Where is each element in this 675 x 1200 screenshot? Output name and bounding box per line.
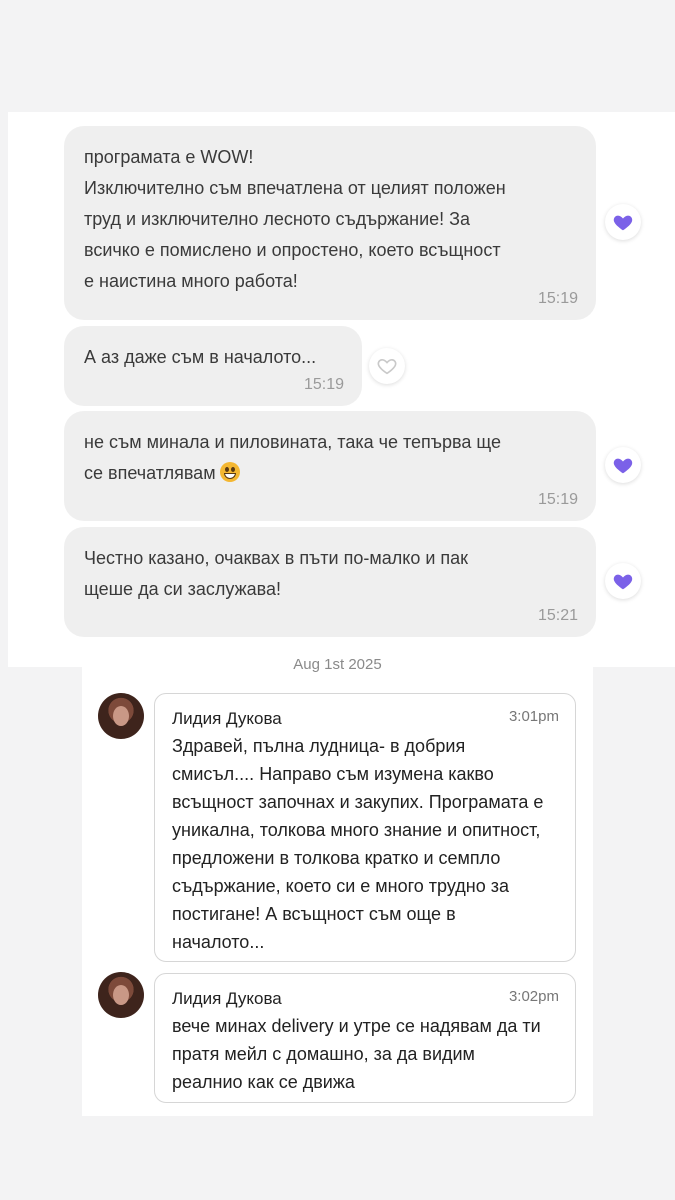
heart-filled-icon[interactable] — [605, 447, 641, 483]
comment-time: 3:01pm — [508, 708, 559, 725]
message-time: 15:19 — [537, 290, 578, 307]
message-time: 15:21 — [537, 607, 578, 624]
comment-author[interactable]: Лидия Дукова — [172, 709, 282, 729]
comment-text: Здравей, пълна лудница- в добрия смисъл.… — [172, 736, 544, 952]
comment-time: 3:02pm — [508, 988, 559, 1005]
avatar[interactable] — [98, 972, 144, 1018]
comment-card[interactable]: Лидия Дукова 3:02pm вече минах delivery … — [154, 973, 576, 1103]
message-bubble[interactable]: Честно казано, очаквах в пъти по-малко и… — [64, 527, 596, 637]
comment-card[interactable]: Лидия Дукова 3:01pm Здравей, пълна лудни… — [154, 693, 576, 962]
comment-author[interactable]: Лидия Дукова — [172, 989, 282, 1009]
message-text: програмата е WOW! Изключително съм впеча… — [84, 147, 506, 291]
message-text-content: не съм минала и пиловината, така че тепъ… — [84, 432, 502, 483]
avatar[interactable] — [98, 693, 144, 739]
heart-outline-icon[interactable] — [369, 348, 405, 384]
message-text: не съм минала и пиловината, така че тепъ… — [84, 427, 578, 489]
grinning-emoji-icon — [219, 462, 240, 482]
message-text: Честно казано, очаквах в пъти по-малко и… — [84, 548, 469, 599]
date-separator: Aug 1st 2025 — [293, 656, 382, 673]
comment-text: вече минах delivery и утре се надявам да… — [172, 1016, 541, 1092]
message-bubble[interactable]: програмата е WOW! Изключително съм впеча… — [64, 126, 596, 320]
message-time: 15:19 — [303, 376, 344, 393]
heart-filled-icon[interactable] — [605, 204, 641, 240]
message-time: 15:19 — [537, 491, 578, 508]
message-bubble[interactable]: не съм минала и пиловината, така че тепъ… — [64, 411, 596, 521]
message-bubble[interactable]: А аз даже съм в началото... 15:19 — [64, 326, 362, 406]
heart-filled-icon[interactable] — [605, 563, 641, 599]
message-text: А аз даже съм в началото... — [84, 347, 317, 367]
